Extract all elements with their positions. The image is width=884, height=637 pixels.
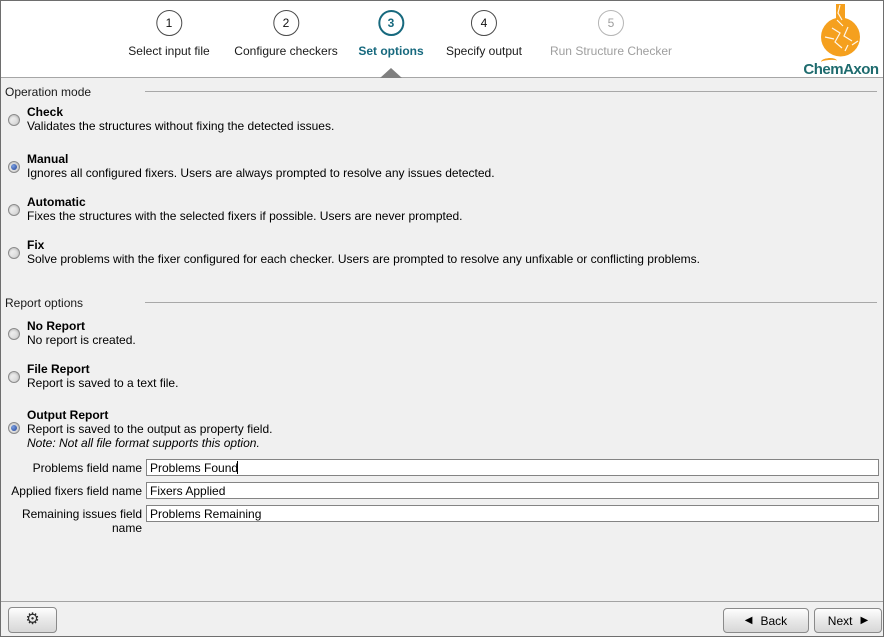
option-check-description: Validates the structures without fixing … xyxy=(27,119,334,133)
step-4-label: Specify output xyxy=(446,44,522,58)
settings-button[interactable]: ⚙ xyxy=(8,607,57,633)
remaining-issues-field-name-label: Remaining issues field name xyxy=(1,507,142,535)
step-5-label: Run Structure Checker xyxy=(550,44,672,58)
radio-output-report[interactable] xyxy=(8,422,20,434)
option-output-report: Output Report Report is saved to the out… xyxy=(27,408,272,450)
option-no-report-description: No report is created. xyxy=(27,333,136,347)
step-set-options[interactable]: 3 Set options xyxy=(358,10,423,58)
remaining-issues-field-name-input[interactable] xyxy=(146,505,879,522)
option-automatic-title: Automatic xyxy=(27,195,463,209)
flask-icon xyxy=(812,3,870,58)
option-file-report: File Report Report is saved to a text fi… xyxy=(27,362,178,390)
report-options-group-separator xyxy=(145,302,877,303)
next-button-label: Next xyxy=(828,614,853,628)
problems-field-name-label: Problems field name xyxy=(1,461,142,475)
radio-automatic[interactable] xyxy=(8,204,20,216)
option-automatic-description: Fixes the structures with the selected f… xyxy=(27,209,463,223)
operation-mode-group-label: Operation mode xyxy=(5,85,91,99)
radio-check[interactable] xyxy=(8,114,20,126)
structure-checker-wizard-window: 1 Select input file 2 Configure checkers… xyxy=(0,0,884,637)
option-manual-title: Manual xyxy=(27,152,495,166)
option-no-report: No Report No report is created. xyxy=(27,319,136,347)
option-no-report-title: No Report xyxy=(27,319,136,333)
logo-text: ChemAxon xyxy=(803,61,879,78)
text-caret xyxy=(237,461,238,474)
option-fix-title: Fix xyxy=(27,238,700,252)
wizard-step-header: 1 Select input file 2 Configure checkers… xyxy=(1,1,883,78)
option-output-report-description: Report is saved to the output as propert… xyxy=(27,422,272,436)
option-file-report-title: File Report xyxy=(27,362,178,376)
footer-separator xyxy=(1,601,883,602)
step-5-circle: 5 xyxy=(598,10,624,36)
applied-fixers-field-name-input[interactable] xyxy=(146,482,879,499)
radio-file-report[interactable] xyxy=(8,371,20,383)
option-fix-description: Solve problems with the fixer configured… xyxy=(27,252,700,266)
step-1-circle: 1 xyxy=(156,10,182,36)
active-step-pointer-triangle xyxy=(380,68,402,78)
option-check: Check Validates the structures without f… xyxy=(27,105,334,133)
report-options-group-label: Report options xyxy=(5,296,83,310)
option-check-title: Check xyxy=(27,105,334,119)
step-1-label: Select input file xyxy=(128,44,209,58)
gear-icon: ⚙ xyxy=(25,612,39,628)
problems-field-name-input[interactable] xyxy=(146,459,879,476)
step-3-label: Set options xyxy=(358,44,423,58)
back-button[interactable]: ◀ Back xyxy=(723,608,809,633)
radio-fix[interactable] xyxy=(8,247,20,259)
option-output-report-note: Note: Not all file format supports this … xyxy=(27,436,272,450)
step-4-circle: 4 xyxy=(471,10,497,36)
applied-fixers-field-name-label: Applied fixers field name xyxy=(1,484,142,498)
option-file-report-description: Report is saved to a text file. xyxy=(27,376,178,390)
back-button-label: Back xyxy=(761,614,788,628)
step-3-circle: 3 xyxy=(378,10,404,36)
option-manual-description: Ignores all configured fixers. Users are… xyxy=(27,166,495,180)
option-automatic: Automatic Fixes the structures with the … xyxy=(27,195,463,223)
step-specify-output[interactable]: 4 Specify output xyxy=(446,10,522,58)
step-run-structure-checker: 5 Run Structure Checker xyxy=(550,10,672,58)
back-arrow-icon: ◀ xyxy=(745,616,753,626)
radio-no-report[interactable] xyxy=(8,328,20,340)
option-output-report-title: Output Report xyxy=(27,408,272,422)
step-2-circle: 2 xyxy=(273,10,299,36)
step-configure-checkers[interactable]: 2 Configure checkers xyxy=(234,10,337,58)
chemaxon-logo: ChemAxon xyxy=(803,3,879,78)
step-2-label: Configure checkers xyxy=(234,44,337,58)
operation-mode-group-separator xyxy=(145,91,877,92)
option-fix: Fix Solve problems with the fixer config… xyxy=(27,238,700,266)
next-arrow-icon: ▶ xyxy=(860,616,868,626)
radio-manual[interactable] xyxy=(8,161,20,173)
next-button[interactable]: Next ▶ xyxy=(814,608,882,633)
step-select-input-file[interactable]: 1 Select input file xyxy=(128,10,209,58)
option-manual: Manual Ignores all configured fixers. Us… xyxy=(27,152,495,180)
